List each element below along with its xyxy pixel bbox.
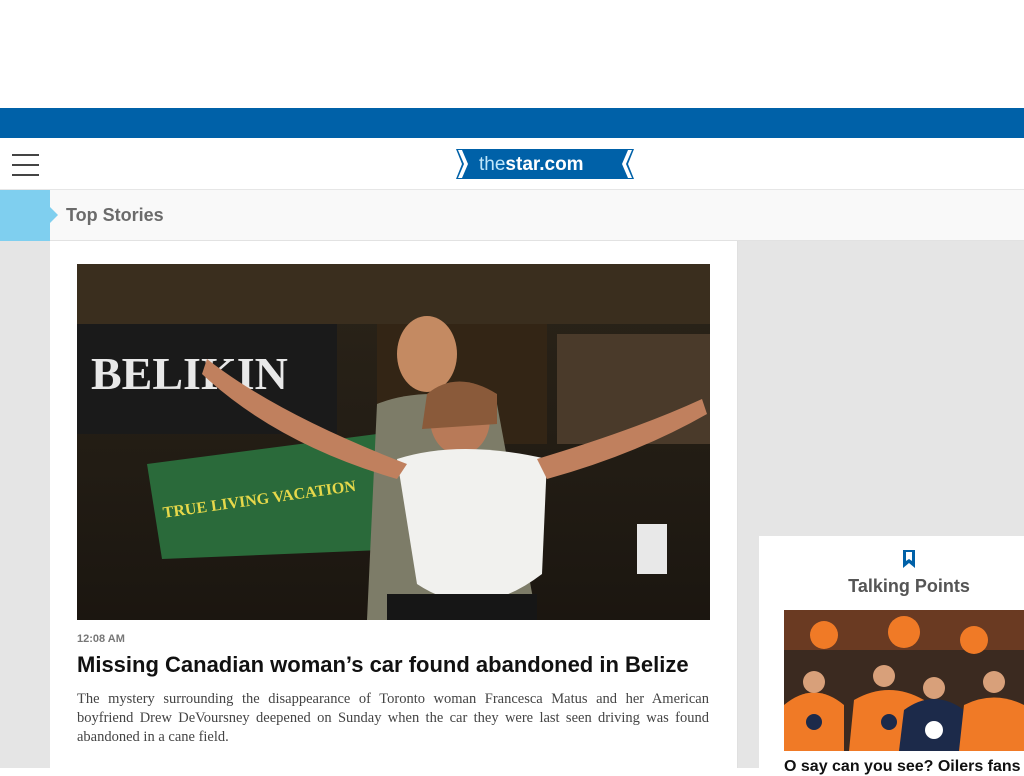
talking-points-card: Talking Points O say can you see? Oilers… [759,536,1024,775]
section-bar: Top Stories [0,190,1024,241]
svg-text:thestar.com: thestar.com [479,154,584,175]
section-title: Top Stories [66,205,164,225]
image-sign-text: BELIKIN [91,348,288,399]
site-header: thestar.com [0,138,1024,190]
right-column: Talking Points O say can you see? Oilers… [738,241,1024,775]
logo-text-light: the [479,154,505,175]
lead-story-summary: The mystery surrounding the disappearanc… [77,691,709,745]
talking-points-title: Talking Points [848,576,970,596]
menu-icon[interactable] [12,154,39,176]
lead-story-image[interactable]: BELIKIN TRUE LIVING VACATION [77,264,710,620]
main-column: BELIKIN TRUE LIVING VACATION 12:08 AM Mi… [50,241,738,768]
ad-space [0,0,1024,108]
lead-story-headline[interactable]: Missing Canadian woman’s car found aband… [77,652,717,678]
logo-text-bold: star.com [505,154,583,175]
section-tab[interactable] [0,190,58,241]
left-gutter [0,241,50,768]
talking-points-image[interactable] [784,610,1024,751]
talking-points-headline[interactable]: O say can you see? Oilers fans [784,758,1024,776]
lead-story-timestamp: 12:08 AM [77,633,125,645]
bookmark-icon [903,550,915,568]
thestar-logo[interactable]: thestar.com [456,149,634,179]
top-brand-bar [0,108,1024,138]
